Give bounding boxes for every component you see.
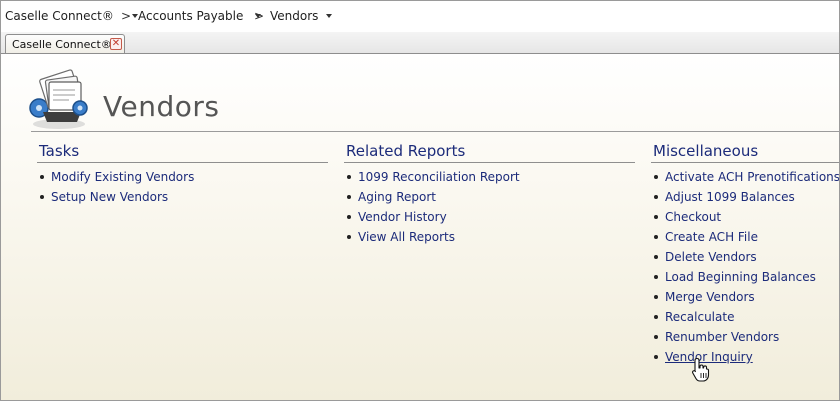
- link-view-all-reports[interactable]: View All Reports: [358, 230, 455, 244]
- hand-pointer-icon: [692, 357, 710, 382]
- bullet-icon: [347, 175, 351, 179]
- bullet-icon: [654, 295, 658, 299]
- rolodex-icon: [29, 69, 88, 129]
- link-load-beginning-balances[interactable]: Load Beginning Balances: [665, 270, 816, 284]
- bullet-icon: [654, 195, 658, 199]
- list-item: Vendor Inquiry: [651, 347, 839, 367]
- tasks-list: Modify Existing Vendors Setup New Vendor…: [37, 167, 328, 207]
- bullet-icon: [654, 255, 658, 259]
- list-item: Modify Existing Vendors: [37, 167, 328, 187]
- section-heading: Tasks: [37, 142, 328, 163]
- list-item: Recalculate: [651, 307, 839, 327]
- bullet-icon: [654, 275, 658, 279]
- link-merge-vendors[interactable]: Merge Vendors: [665, 290, 755, 304]
- breadcrumb-label: Accounts Payable: [138, 9, 244, 23]
- section-miscellaneous: Miscellaneous Activate ACH Prenotificati…: [651, 142, 839, 367]
- related-reports-list: 1099 Reconciliation Report Aging Report …: [344, 167, 635, 247]
- link-delete-vendors[interactable]: Delete Vendors: [665, 250, 757, 264]
- miscellaneous-list: Activate ACH Prenotifications Adjust 109…: [651, 167, 839, 367]
- list-item: Vendor History: [344, 207, 635, 227]
- link-setup-new-vendors[interactable]: Setup New Vendors: [51, 190, 168, 204]
- link-1099-reconciliation-report[interactable]: 1099 Reconciliation Report: [358, 170, 520, 184]
- list-item: Aging Report: [344, 187, 635, 207]
- breadcrumb: Caselle Connect® > Accounts Payable > Ve…: [1, 1, 839, 32]
- close-icon[interactable]: ✕: [110, 38, 122, 50]
- list-item: View All Reports: [344, 227, 635, 247]
- list-item: Renumber Vendors: [651, 327, 839, 347]
- list-item: Activate ACH Prenotifications: [651, 167, 839, 187]
- link-create-ach-file[interactable]: Create ACH File: [665, 230, 758, 244]
- list-item: Create ACH File: [651, 227, 839, 247]
- list-item: Load Beginning Balances: [651, 267, 839, 287]
- list-item: Delete Vendors: [651, 247, 839, 267]
- link-renumber-vendors[interactable]: Renumber Vendors: [665, 330, 779, 344]
- list-item: Merge Vendors: [651, 287, 839, 307]
- link-adjust-1099-balances[interactable]: Adjust 1099 Balances: [665, 190, 795, 204]
- link-vendor-history[interactable]: Vendor History: [358, 210, 447, 224]
- bullet-icon: [347, 215, 351, 219]
- link-aging-report[interactable]: Aging Report: [358, 190, 436, 204]
- section-heading: Related Reports: [344, 142, 635, 163]
- link-modify-existing-vendors[interactable]: Modify Existing Vendors: [51, 170, 194, 184]
- link-recalculate[interactable]: Recalculate: [665, 310, 734, 324]
- tab-caselle-connect[interactable]: Caselle Connect® ✕: [5, 34, 125, 53]
- tab-strip: Caselle Connect® ✕: [1, 32, 839, 54]
- bullet-icon: [40, 175, 44, 179]
- chevron-down-icon[interactable]: [131, 13, 138, 18]
- tab-label: Caselle Connect®: [12, 38, 112, 51]
- link-activate-ach-prenotifications[interactable]: Activate ACH Prenotifications: [665, 170, 839, 184]
- bullet-icon: [654, 355, 658, 359]
- breadcrumb-label: Vendors: [270, 9, 319, 23]
- bullet-icon: [654, 315, 658, 319]
- bullet-icon: [654, 335, 658, 339]
- title-divider: [31, 131, 839, 132]
- breadcrumb-separator: >: [121, 9, 132, 23]
- section-related-reports: Related Reports 1099 Reconciliation Repo…: [344, 142, 635, 247]
- breadcrumb-item-accounts-payable[interactable]: Accounts Payable: [138, 9, 262, 23]
- list-item: 1099 Reconciliation Report: [344, 167, 635, 187]
- page-title: Vendors: [103, 90, 220, 123]
- list-item: Setup New Vendors: [37, 187, 328, 207]
- breadcrumb-item-vendors[interactable]: Vendors: [270, 9, 333, 23]
- list-item: Adjust 1099 Balances: [651, 187, 839, 207]
- section-tasks: Tasks Modify Existing Vendors Setup New …: [37, 142, 328, 207]
- breadcrumb-separator: >: [254, 9, 265, 23]
- main-content: Vendors Tasks Modify Existing Vendors Se…: [1, 54, 839, 400]
- bullet-icon: [347, 235, 351, 239]
- bullet-icon: [654, 175, 658, 179]
- bullet-icon: [654, 235, 658, 239]
- chevron-down-icon[interactable]: [326, 13, 333, 18]
- bullet-icon: [347, 195, 351, 199]
- app-window: Caselle Connect® > Accounts Payable > Ve…: [0, 0, 840, 401]
- bullet-icon: [40, 195, 44, 199]
- bullet-icon: [654, 215, 658, 219]
- section-heading: Miscellaneous: [651, 142, 839, 163]
- breadcrumb-item-caselle-connect[interactable]: Caselle Connect®: [5, 9, 138, 23]
- link-checkout[interactable]: Checkout: [665, 210, 721, 224]
- list-item: Checkout: [651, 207, 839, 227]
- breadcrumb-label: Caselle Connect®: [5, 9, 114, 23]
